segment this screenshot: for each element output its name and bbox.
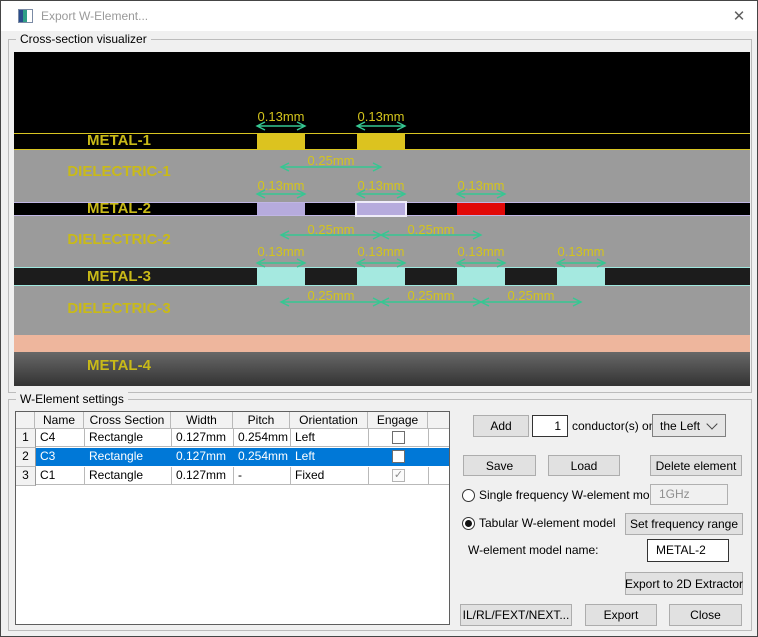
width-dim-label: 0.13mm: [351, 244, 411, 259]
tabular-model-label: Tabular W-element model: [479, 511, 616, 536]
delete-element-button[interactable]: Delete element: [650, 455, 742, 476]
pitch-dim-label: 0.25mm: [401, 288, 461, 303]
header-pitch: Pitch: [233, 412, 290, 429]
table-row-selected[interactable]: 2 C3 Rectangle 0.127mm 0.254mm Left: [16, 448, 449, 467]
header-engage: Engage: [368, 412, 428, 429]
table-row[interactable]: 1 C4 Rectangle 0.127mm 0.254mm Left: [16, 429, 449, 448]
cell-width[interactable]: 0.127mm: [172, 467, 234, 485]
single-frequency-label: Single frequency W-element model: [479, 483, 666, 508]
width-dimension-arrow: [457, 259, 505, 267]
chevron-down-icon: [706, 418, 717, 429]
pitch-dim-label: 0.25mm: [301, 222, 361, 237]
header-name: Name: [35, 412, 84, 429]
conductors-on-label: conductor(s) on: [572, 415, 655, 437]
width-dim-label: 0.13mm: [351, 109, 411, 124]
settings-group-label: W-Element settings: [16, 392, 128, 406]
row-number[interactable]: 3: [16, 467, 36, 486]
cell-width[interactable]: 0.127mm: [172, 429, 234, 447]
engage-checkbox[interactable]: [392, 431, 405, 444]
width-dimension-arrow: [357, 259, 405, 267]
cell-filler: [429, 467, 449, 485]
cell-engage: [369, 448, 429, 466]
visualizer-group-label: Cross-section visualizer: [16, 32, 151, 46]
model-name-input[interactable]: METAL-2: [647, 539, 729, 562]
cell-name[interactable]: C1: [36, 467, 85, 485]
width-dim-label: 0.13mm: [351, 178, 411, 193]
cell-cross-section[interactable]: Rectangle: [85, 448, 172, 466]
width-dim-label: 0.13mm: [451, 178, 511, 193]
width-dim-label: 0.13mm: [551, 244, 611, 259]
model-name-label: W-element model name:: [468, 542, 599, 558]
export-w-element-dialog: Export W-Element... ✕ Cross-section visu…: [0, 0, 758, 637]
export-button[interactable]: Export: [585, 604, 657, 626]
cell-orientation[interactable]: Fixed: [291, 467, 369, 485]
il-rl-fext-next-button[interactable]: IL/RL/FEXT/NEXT...: [460, 604, 572, 626]
cell-engage: ✓: [369, 467, 429, 485]
pitch-dim-label: 0.25mm: [301, 153, 361, 168]
header-width: Width: [171, 412, 233, 429]
cell-pitch[interactable]: 0.254mm: [234, 448, 291, 466]
conductor-count-input[interactable]: 1: [532, 415, 568, 437]
cell-engage: [369, 429, 429, 447]
row-number[interactable]: 1: [16, 429, 36, 448]
width-dim-label: 0.13mm: [251, 109, 311, 124]
row-number[interactable]: 2: [16, 448, 36, 467]
width-dim-label: 0.13mm: [251, 178, 311, 193]
engage-checkbox-checked[interactable]: ✓: [392, 469, 405, 482]
add-button[interactable]: Add: [473, 415, 529, 437]
pitch-dim-label: 0.25mm: [401, 222, 461, 237]
table-header-row: Name Cross Section Width Pitch Orientati…: [16, 412, 449, 429]
pitch-dim-label: 0.25mm: [301, 288, 361, 303]
cross-section-visualizer-group: Cross-section visualizer: [8, 39, 752, 393]
cell-filler: [429, 448, 449, 466]
export-to-2d-extractor-button[interactable]: Export to 2D Extractor: [625, 572, 743, 595]
cross-section-canvas: METAL-1 DIELECTRIC-1 METAL-2 DIELECTRIC-…: [14, 52, 750, 386]
single-frequency-radio[interactable]: [462, 489, 475, 502]
width-dimension-arrow: [257, 259, 305, 267]
tabular-model-radio[interactable]: [462, 517, 475, 530]
w-element-settings-group: W-Element settings Name Cross Section Wi…: [8, 399, 752, 631]
window-title: Export W-Element...: [41, 1, 148, 31]
close-icon[interactable]: ✕: [726, 6, 752, 27]
width-dim-label: 0.13mm: [451, 244, 511, 259]
cell-pitch[interactable]: 0.254mm: [234, 429, 291, 447]
single-frequency-input[interactable]: 1GHz: [650, 484, 728, 505]
cell-orientation[interactable]: Left: [291, 448, 369, 466]
pitch-dim-label: 0.25mm: [501, 288, 561, 303]
cell-filler: [429, 429, 449, 447]
app-icon: [18, 9, 33, 23]
load-button[interactable]: Load: [548, 455, 620, 476]
header-rownum: [16, 412, 35, 429]
set-frequency-range-button[interactable]: Set frequency range: [625, 513, 743, 535]
cell-width[interactable]: 0.127mm: [172, 448, 234, 466]
title-bar: Export W-Element... ✕: [1, 1, 757, 31]
table-row[interactable]: 3 C1 Rectangle 0.127mm - Fixed ✓: [16, 467, 449, 486]
save-button[interactable]: Save: [463, 455, 536, 476]
width-dimension-arrow: [557, 259, 605, 267]
cell-name[interactable]: C4: [36, 429, 85, 447]
side-dropdown[interactable]: the Left: [652, 414, 726, 437]
header-orientation: Orientation: [290, 412, 368, 429]
cell-name[interactable]: C3: [36, 448, 85, 466]
cell-pitch[interactable]: -: [234, 467, 291, 485]
cell-cross-section[interactable]: Rectangle: [85, 429, 172, 447]
engage-checkbox[interactable]: [392, 450, 405, 463]
dimension-arrows: [14, 52, 750, 386]
header-cross-section: Cross Section: [84, 412, 171, 429]
side-dropdown-value: the Left: [653, 419, 708, 433]
conductor-table: Name Cross Section Width Pitch Orientati…: [15, 411, 450, 625]
cell-cross-section[interactable]: Rectangle: [85, 467, 172, 485]
close-button[interactable]: Close: [669, 604, 742, 626]
width-dim-label: 0.13mm: [251, 244, 311, 259]
header-filler: [428, 412, 449, 429]
cell-orientation[interactable]: Left: [291, 429, 369, 447]
